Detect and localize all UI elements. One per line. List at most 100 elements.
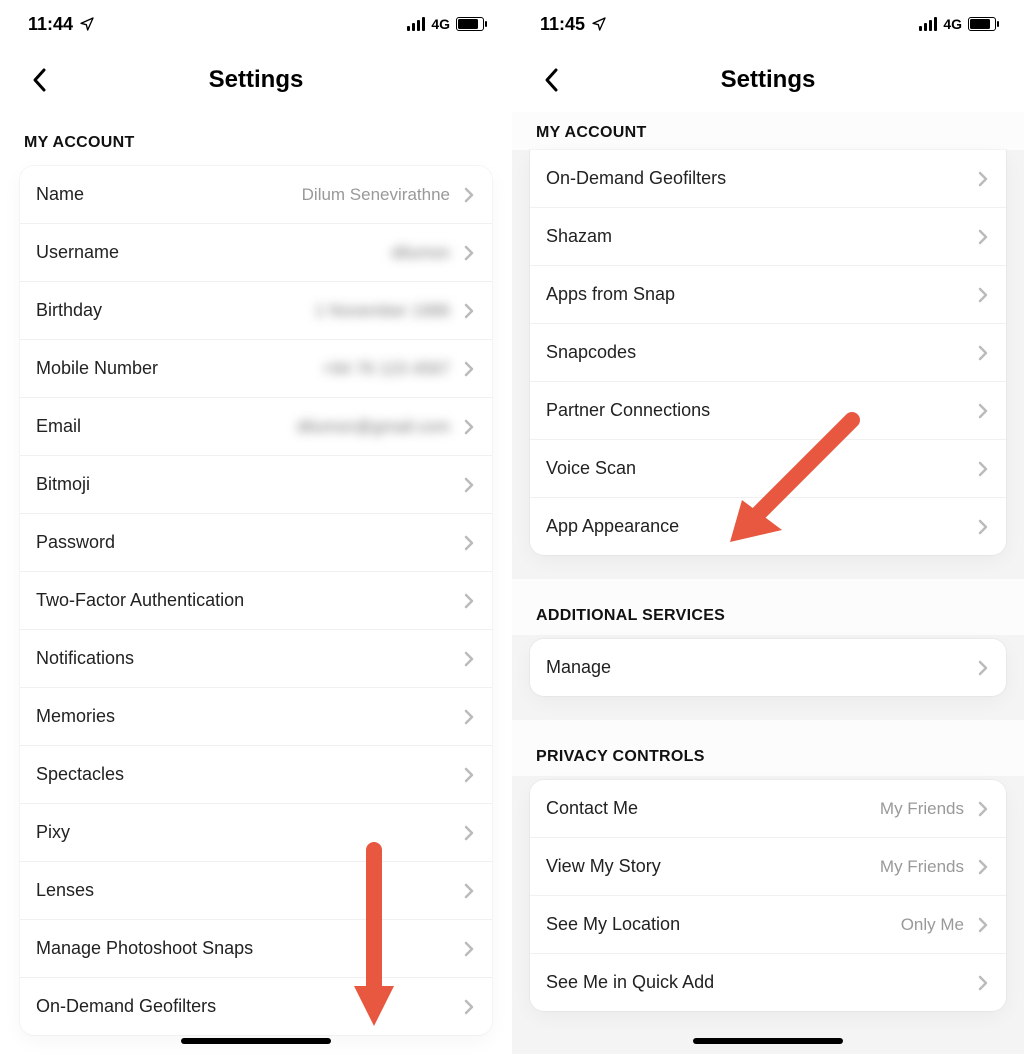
row-label: Password bbox=[36, 532, 462, 553]
settings-content[interactable]: MY ACCOUNT Name Dilum Senevirathne Usern… bbox=[0, 112, 512, 1054]
chevron-right-icon bbox=[462, 246, 476, 260]
chevron-right-icon bbox=[976, 520, 990, 534]
row-spectacles[interactable]: Spectacles bbox=[20, 746, 492, 804]
section-header-my-account: MY ACCOUNT bbox=[0, 112, 512, 162]
chevron-right-icon bbox=[462, 710, 476, 724]
chevron-right-icon bbox=[462, 826, 476, 840]
row-app-appearance[interactable]: App Appearance bbox=[530, 498, 1006, 555]
row-contact-me[interactable]: Contact Me My Friends bbox=[530, 780, 1006, 838]
row-label: View My Story bbox=[546, 856, 880, 877]
row-shazam[interactable]: Shazam bbox=[530, 208, 1006, 266]
row-label: Pixy bbox=[36, 822, 462, 843]
row-manage-photoshoot-snaps[interactable]: Manage Photoshoot Snaps bbox=[20, 920, 492, 978]
row-value: Dilum Senevirathne bbox=[302, 185, 450, 205]
section-header-my-account: MY ACCOUNT bbox=[512, 112, 1024, 150]
row-birthday[interactable]: Birthday 1 November 1986 bbox=[20, 282, 492, 340]
chevron-right-icon bbox=[462, 188, 476, 202]
row-label: Snapcodes bbox=[546, 342, 976, 363]
back-button[interactable] bbox=[20, 60, 60, 100]
network-label: 4G bbox=[943, 16, 962, 32]
home-indicator[interactable] bbox=[693, 1038, 843, 1044]
additional-services-card: Manage bbox=[530, 639, 1006, 696]
row-value: +94 76 123 4567 bbox=[322, 359, 450, 379]
location-icon bbox=[591, 16, 607, 32]
row-mobile-number[interactable]: Mobile Number +94 76 123 4567 bbox=[20, 340, 492, 398]
row-password[interactable]: Password bbox=[20, 514, 492, 572]
row-view-my-story[interactable]: View My Story My Friends bbox=[530, 838, 1006, 896]
section-header-additional-services: ADDITIONAL SERVICES bbox=[512, 579, 1024, 635]
chevron-right-icon bbox=[462, 1000, 476, 1014]
row-lenses[interactable]: Lenses bbox=[20, 862, 492, 920]
row-label: Apps from Snap bbox=[546, 284, 976, 305]
chevron-right-icon bbox=[976, 661, 990, 675]
row-label: Username bbox=[36, 242, 391, 263]
page-title: Settings bbox=[721, 66, 816, 94]
row-label: Contact Me bbox=[546, 798, 880, 819]
row-value: dilumsn bbox=[391, 243, 450, 263]
chevron-right-icon bbox=[462, 652, 476, 666]
location-icon bbox=[79, 16, 95, 32]
nav-header: Settings bbox=[512, 48, 1024, 112]
chevron-right-icon bbox=[976, 976, 990, 990]
row-on-demand-geofilters[interactable]: On-Demand Geofilters bbox=[20, 978, 492, 1035]
row-see-my-location[interactable]: See My Location Only Me bbox=[530, 896, 1006, 954]
row-two-factor[interactable]: Two-Factor Authentication bbox=[20, 572, 492, 630]
row-on-demand-geofilters[interactable]: On-Demand Geofilters bbox=[530, 150, 1006, 208]
row-label: On-Demand Geofilters bbox=[36, 996, 462, 1017]
my-account-card: Name Dilum Senevirathne Username dilumsn… bbox=[20, 166, 492, 1035]
home-indicator[interactable] bbox=[181, 1038, 331, 1044]
right-screenshot: 11:45 4G Settings MY ACCOUNT On-Demand G… bbox=[512, 0, 1024, 1054]
chevron-right-icon bbox=[462, 304, 476, 318]
chevron-right-icon bbox=[462, 942, 476, 956]
privacy-controls-card: Contact Me My Friends View My Story My F… bbox=[530, 780, 1006, 1011]
row-value: Only Me bbox=[901, 915, 964, 935]
row-value: My Friends bbox=[880, 799, 964, 819]
status-bar: 11:44 4G bbox=[0, 0, 512, 48]
row-label: App Appearance bbox=[546, 516, 976, 537]
row-email[interactable]: Email dilumsn@gmail.com bbox=[20, 398, 492, 456]
status-time: 11:45 bbox=[540, 14, 585, 35]
row-notifications[interactable]: Notifications bbox=[20, 630, 492, 688]
chevron-right-icon bbox=[976, 346, 990, 360]
my-account-card: On-Demand Geofilters Shazam Apps from Sn… bbox=[530, 150, 1006, 555]
row-label: Lenses bbox=[36, 880, 462, 901]
row-apps-from-snap[interactable]: Apps from Snap bbox=[530, 266, 1006, 324]
row-pixy[interactable]: Pixy bbox=[20, 804, 492, 862]
row-label: Memories bbox=[36, 706, 462, 727]
chevron-right-icon bbox=[462, 536, 476, 550]
chevron-right-icon bbox=[976, 404, 990, 418]
row-value: dilumsn@gmail.com bbox=[297, 417, 450, 437]
chevron-right-icon bbox=[462, 478, 476, 492]
row-voice-scan[interactable]: Voice Scan bbox=[530, 440, 1006, 498]
chevron-right-icon bbox=[976, 288, 990, 302]
section-header-privacy-controls: PRIVACY CONTROLS bbox=[512, 720, 1024, 776]
row-label: Birthday bbox=[36, 300, 315, 321]
row-snapcodes[interactable]: Snapcodes bbox=[530, 324, 1006, 382]
row-label: Manage bbox=[546, 657, 976, 678]
back-button[interactable] bbox=[532, 60, 572, 100]
row-label: Notifications bbox=[36, 648, 462, 669]
chevron-right-icon bbox=[976, 230, 990, 244]
chevron-right-icon bbox=[976, 860, 990, 874]
row-name[interactable]: Name Dilum Senevirathne bbox=[20, 166, 492, 224]
row-memories[interactable]: Memories bbox=[20, 688, 492, 746]
row-bitmoji[interactable]: Bitmoji bbox=[20, 456, 492, 514]
row-label: Spectacles bbox=[36, 764, 462, 785]
row-see-me-in-quick-add[interactable]: See Me in Quick Add bbox=[530, 954, 1006, 1011]
row-label: Voice Scan bbox=[546, 458, 976, 479]
row-label: See Me in Quick Add bbox=[546, 972, 976, 993]
row-label: Mobile Number bbox=[36, 358, 322, 379]
row-partner-connections[interactable]: Partner Connections bbox=[530, 382, 1006, 440]
signal-icon bbox=[919, 17, 937, 31]
row-username[interactable]: Username dilumsn bbox=[20, 224, 492, 282]
row-label: Shazam bbox=[546, 226, 976, 247]
battery-icon bbox=[968, 17, 996, 31]
row-label: See My Location bbox=[546, 914, 901, 935]
settings-content[interactable]: MY ACCOUNT On-Demand Geofilters Shazam A… bbox=[512, 112, 1024, 1054]
row-value: My Friends bbox=[880, 857, 964, 877]
chevron-right-icon bbox=[462, 420, 476, 434]
left-screenshot: 11:44 4G Settings MY ACCOUNT Name Dilum … bbox=[0, 0, 512, 1054]
row-label: On-Demand Geofilters bbox=[546, 168, 976, 189]
row-manage[interactable]: Manage bbox=[530, 639, 1006, 696]
row-label: Manage Photoshoot Snaps bbox=[36, 938, 462, 959]
